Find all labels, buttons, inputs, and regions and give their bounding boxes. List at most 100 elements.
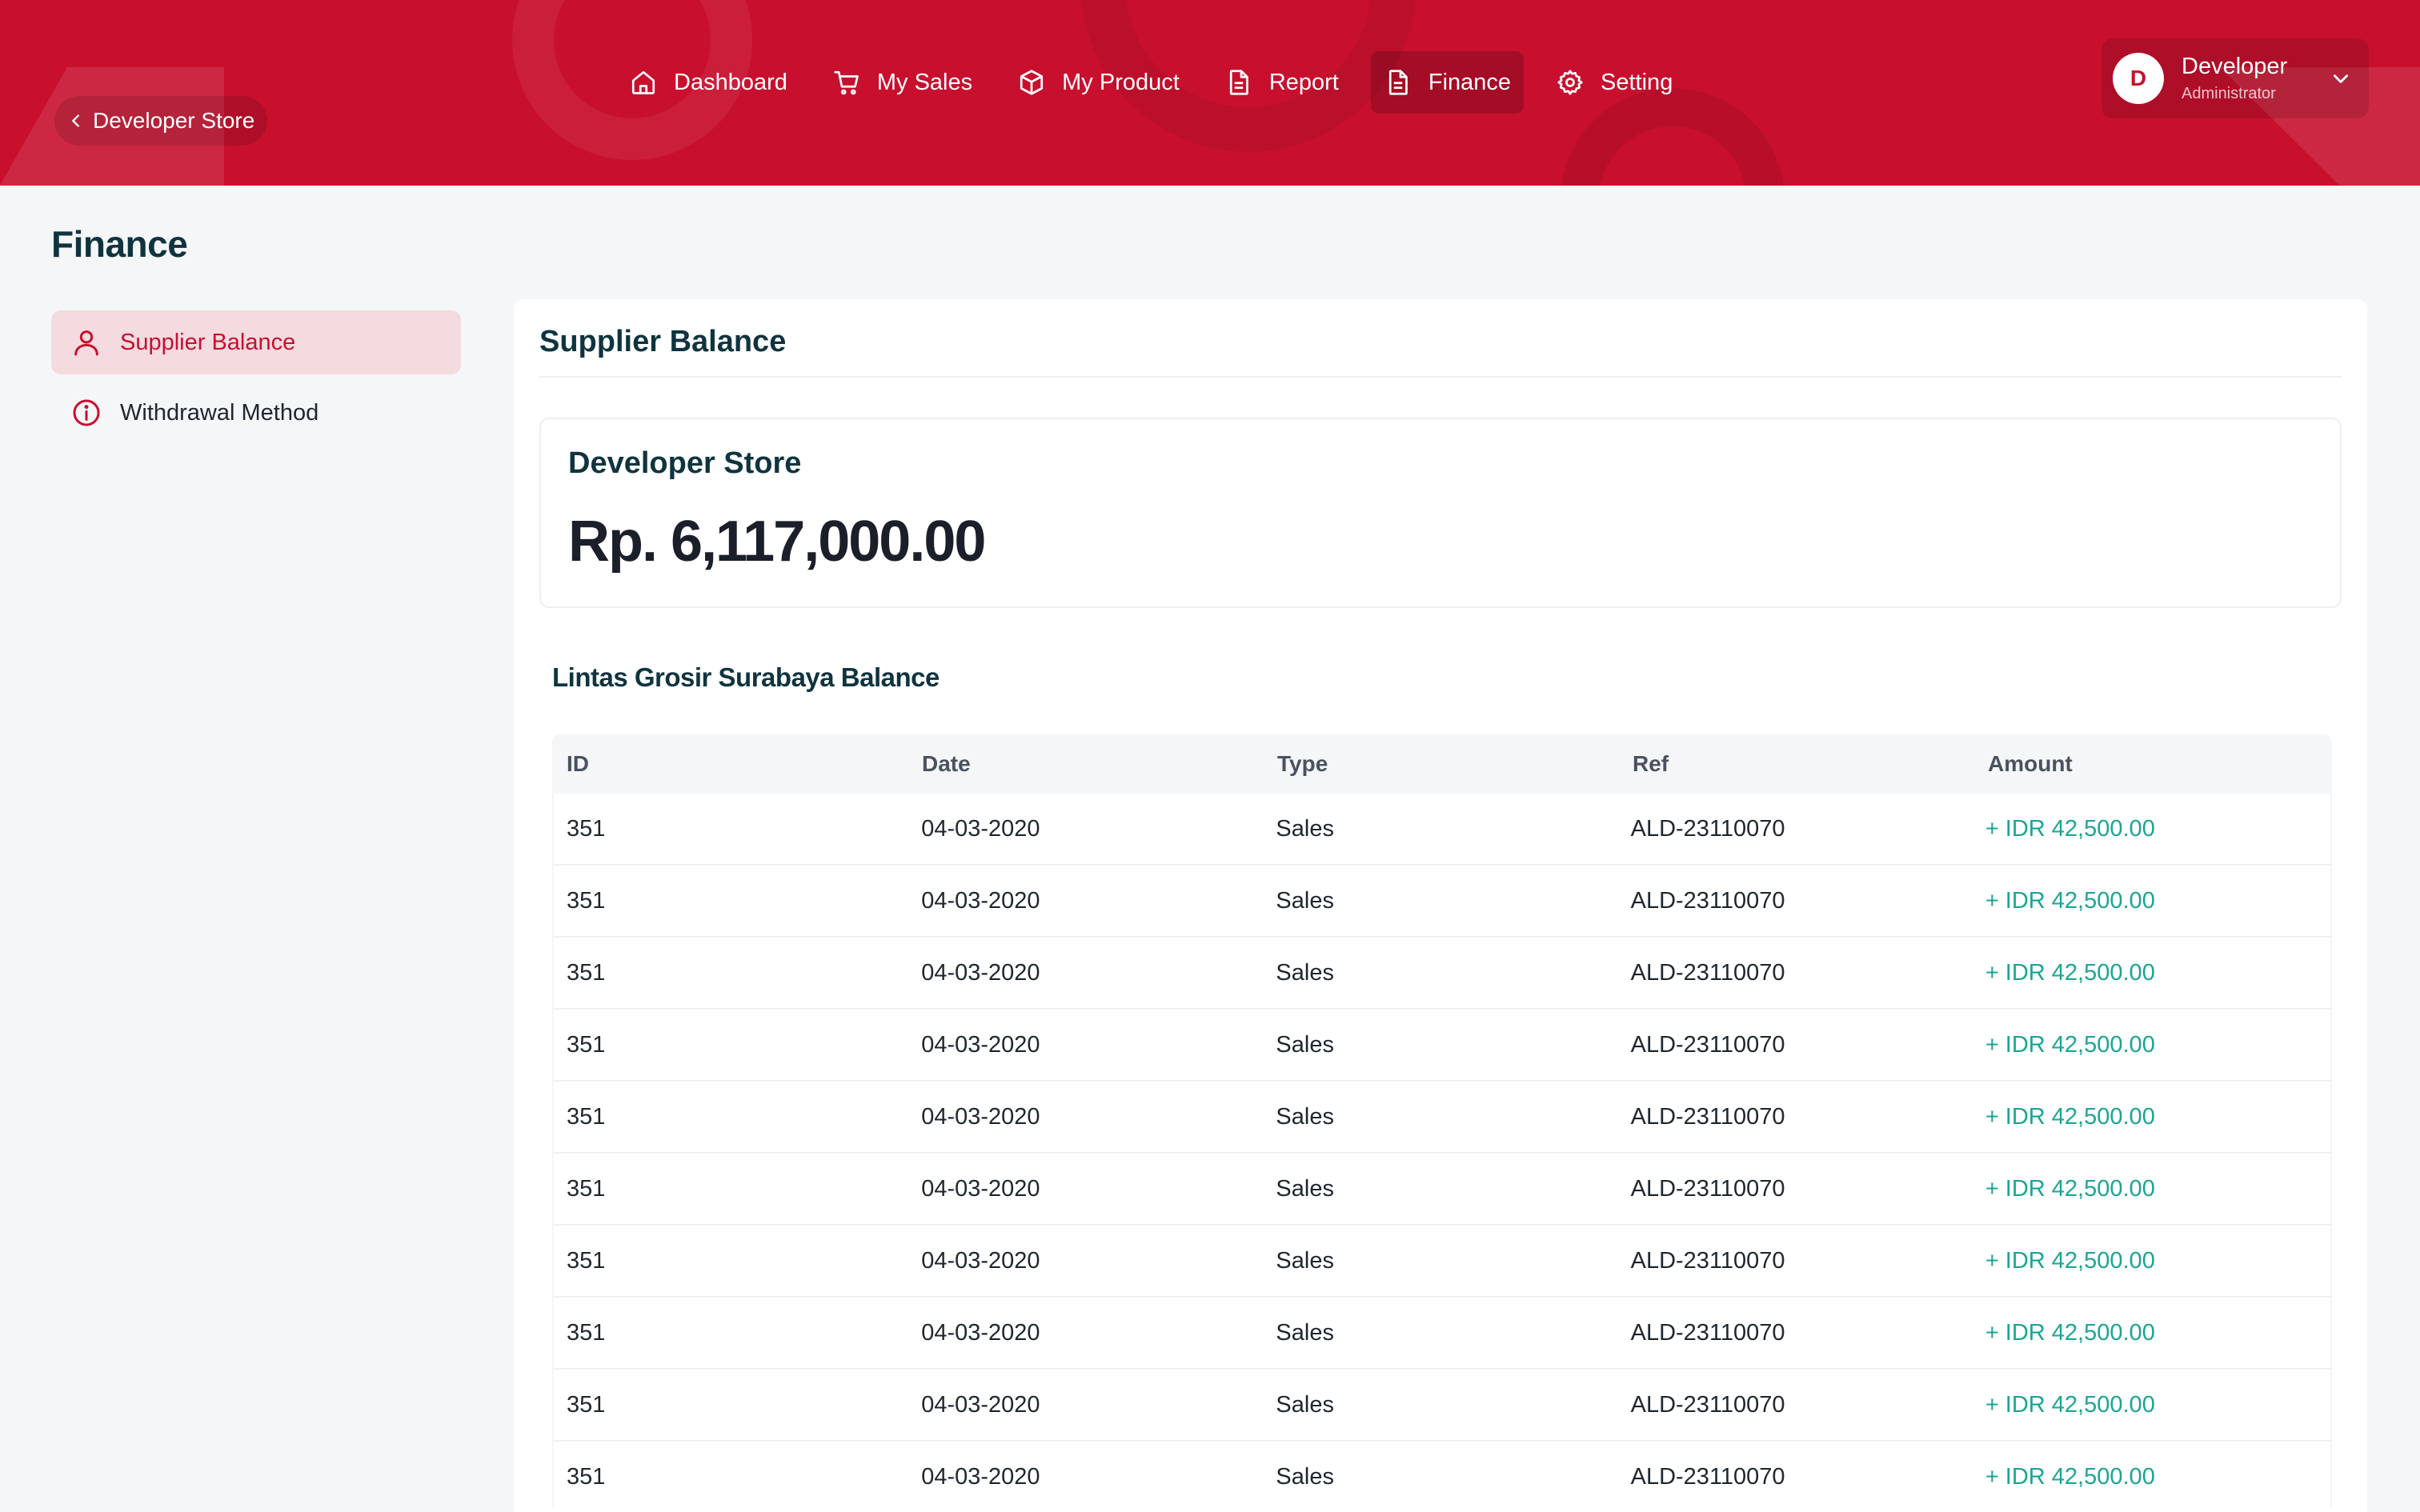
sidebar-item-label: Withdrawal Method (120, 399, 319, 426)
cell-ref: ALD-23110070 (1630, 1175, 1785, 1202)
sidebar-item-label: Supplier Balance (120, 329, 296, 355)
cell-ref: ALD-23110070 (1630, 1391, 1785, 1418)
table-row: 351 04-03-2020 Sales ALD-23110070 + IDR … (552, 1010, 2332, 1082)
cell-amount: + IDR 42,500.00 (1985, 815, 2155, 842)
cell-date: 04-03-2020 (921, 1031, 1040, 1058)
back-to-store-button[interactable]: Developer Store (54, 96, 268, 146)
cart-icon (834, 70, 859, 95)
divider (539, 376, 2342, 378)
chevron-down-icon (2334, 74, 2348, 83)
chevron-left-icon (72, 114, 79, 127)
balance-amount: Rp. 6,117,000.00 (568, 510, 986, 574)
nav-setting-label: Setting (1601, 69, 1673, 95)
cell-id: 351 (567, 1031, 606, 1058)
nav-my-product[interactable]: My Product (1004, 51, 1192, 114)
nav-report-label: Report (1268, 69, 1339, 95)
cell-amount: + IDR 42,500.00 (1985, 1103, 2155, 1130)
cell-amount: + IDR 42,500.00 (1985, 887, 2155, 914)
cell-amount: + IDR 42,500.00 (1985, 1175, 2155, 1202)
balance-card: Developer Store Rp. 6,117,000.00 (539, 418, 2342, 608)
balance-store-name: Developer Store (568, 446, 802, 480)
table-row: 351 04-03-2020 Sales ALD-23110070 + IDR … (552, 1082, 2332, 1154)
cell-ref: ALD-23110070 (1630, 1031, 1785, 1058)
table-row: 351 04-03-2020 Sales ALD-23110070 + IDR … (552, 866, 2332, 938)
nav-report[interactable]: Report (1212, 51, 1352, 114)
cell-date: 04-03-2020 (921, 1463, 1040, 1490)
cell-date: 04-03-2020 (921, 959, 1040, 986)
cell-id: 351 (567, 1319, 606, 1346)
cell-type: Sales (1276, 1031, 1334, 1058)
sidebar-item-supplier-balance[interactable]: Supplier Balance (51, 310, 461, 374)
cell-amount: + IDR 42,500.00 (1985, 1031, 2155, 1058)
sidebar: Supplier Balance Withdrawal Method (51, 310, 461, 451)
cell-type: Sales (1276, 887, 1334, 914)
page-title: Finance (51, 223, 188, 265)
column-header-type: Type (1277, 751, 1328, 776)
user-menu[interactable]: D Developer Administrator (2101, 38, 2369, 118)
nav-dashboard-label: Dashboard (674, 69, 787, 95)
table-row: 351 04-03-2020 Sales ALD-23110070 + IDR … (552, 794, 2332, 866)
balance-history-title: Lintas Grosir Surabaya Balance (552, 662, 940, 692)
cell-date: 04-03-2020 (921, 1175, 1040, 1202)
cell-ref: ALD-23110070 (1630, 815, 1785, 842)
cell-id: 351 (567, 815, 606, 842)
cell-ref: ALD-23110070 (1630, 887, 1785, 914)
cell-amount: + IDR 42,500.00 (1985, 1463, 2155, 1490)
section-heading: Supplier Balance (539, 325, 787, 358)
cell-type: Sales (1276, 1391, 1334, 1418)
cell-id: 351 (567, 1463, 606, 1490)
cell-type: Sales (1276, 815, 1334, 842)
main-content-card: Supplier Balance Developer Store Rp. 6,1… (514, 299, 2367, 1512)
user-name: Developer (2182, 54, 2288, 79)
table-row: 351 04-03-2020 Sales ALD-23110070 + IDR … (552, 1370, 2332, 1442)
cell-type: Sales (1276, 959, 1334, 986)
user-role: Administrator (2182, 85, 2276, 102)
cell-date: 04-03-2020 (921, 1391, 1040, 1418)
cell-date: 04-03-2020 (921, 887, 1040, 914)
box-icon (1020, 70, 1044, 95)
gear-icon (1557, 70, 1583, 95)
cell-date: 04-03-2020 (921, 1247, 1040, 1274)
nav-finance[interactable]: Finance (1370, 51, 1525, 114)
column-header-ref: Ref (1633, 751, 1669, 776)
table-row: 351 04-03-2020 Sales ALD-23110070 + IDR … (552, 938, 2332, 1010)
sidebar-item-withdrawal-method[interactable]: Withdrawal Method (51, 381, 461, 445)
back-to-store-label: Developer Store (93, 108, 255, 133)
cell-amount: + IDR 42,500.00 (1985, 1247, 2155, 1274)
avatar: D (2113, 53, 2164, 104)
document-icon (1229, 70, 1248, 95)
table-row: 351 04-03-2020 Sales ALD-23110070 + IDR … (552, 1226, 2332, 1298)
cell-id: 351 (567, 959, 606, 986)
main-nav: Dashboard My Sales My Product Report Fin… (616, 51, 1685, 114)
table-row: 351 04-03-2020 Sales ALD-23110070 + IDR … (552, 1442, 2332, 1512)
nav-my-sales[interactable]: My Sales (819, 51, 985, 114)
column-header-id: ID (567, 751, 589, 776)
cell-id: 351 (567, 1247, 606, 1274)
top-header: Developer Store Dashboard My Sales My Pr… (0, 0, 2420, 186)
table-row: 351 04-03-2020 Sales ALD-23110070 + IDR … (552, 1154, 2332, 1226)
nav-finance-label: Finance (1428, 69, 1512, 95)
cell-ref: ALD-23110070 (1630, 959, 1785, 986)
cell-id: 351 (567, 1391, 606, 1418)
cell-type: Sales (1276, 1319, 1334, 1346)
table-header: ID Date Type Ref Amount (552, 734, 2332, 794)
cell-type: Sales (1276, 1463, 1334, 1490)
user-info: Developer Administrator (2182, 54, 2287, 103)
cell-amount: + IDR 42,500.00 (1985, 959, 2155, 986)
nav-setting[interactable]: Setting (1543, 51, 1685, 114)
home-icon (631, 70, 655, 94)
cell-date: 04-03-2020 (921, 815, 1040, 842)
document-icon (1388, 70, 1408, 95)
cell-id: 351 (567, 887, 606, 914)
cell-id: 351 (567, 1175, 606, 1202)
cell-date: 04-03-2020 (921, 1319, 1040, 1346)
cell-ref: ALD-23110070 (1630, 1103, 1785, 1130)
cell-amount: + IDR 42,500.00 (1985, 1319, 2155, 1346)
cell-ref: ALD-23110070 (1630, 1247, 1785, 1274)
nav-my-product-label: My Product (1062, 69, 1180, 95)
user-icon (74, 330, 98, 356)
cell-id: 351 (567, 1103, 606, 1130)
info-icon (73, 399, 100, 426)
nav-dashboard[interactable]: Dashboard (616, 51, 800, 114)
nav-my-sales-label: My Sales (876, 69, 973, 95)
